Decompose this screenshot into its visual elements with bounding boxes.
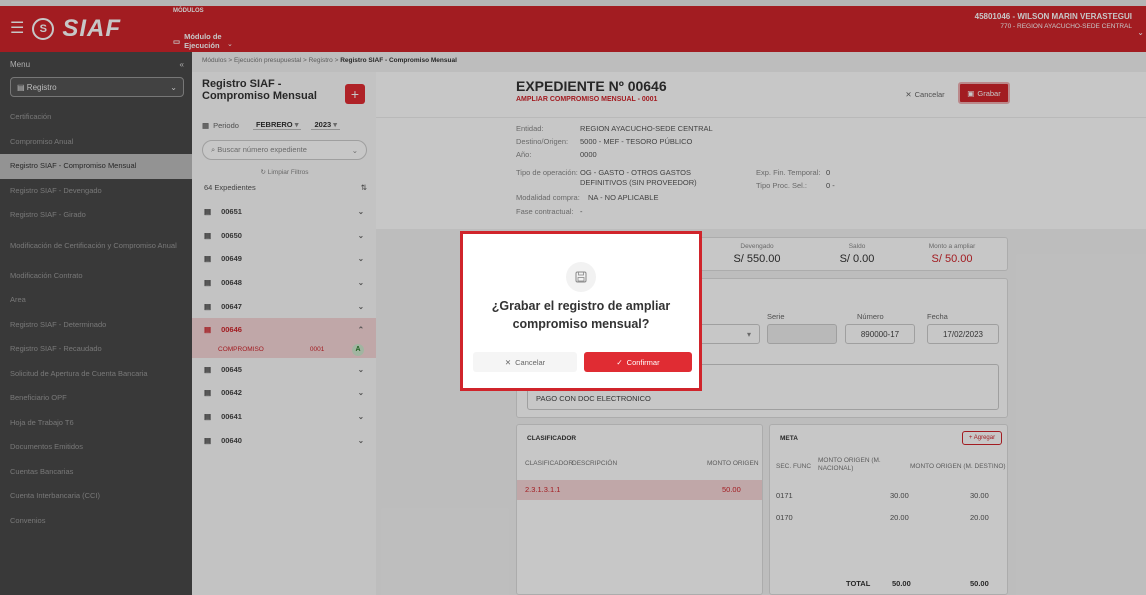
check-icon: ✓ [616, 357, 623, 367]
dialog-confirm-button[interactable]: ✓ Confirmar [584, 352, 692, 372]
close-icon: ✕ [504, 357, 512, 367]
dialog-question: ¿Grabar el registro de ampliar compromis… [491, 299, 671, 331]
dialog-cancel-button[interactable]: ✕ Cancelar [473, 352, 577, 372]
save-icon [566, 262, 596, 292]
confirm-dialog: ¿Grabar el registro de ampliar compromis… [460, 231, 702, 391]
dialog-confirm-label: Confirmar [626, 357, 660, 367]
dialog-cancel-label: Cancelar [515, 357, 546, 367]
